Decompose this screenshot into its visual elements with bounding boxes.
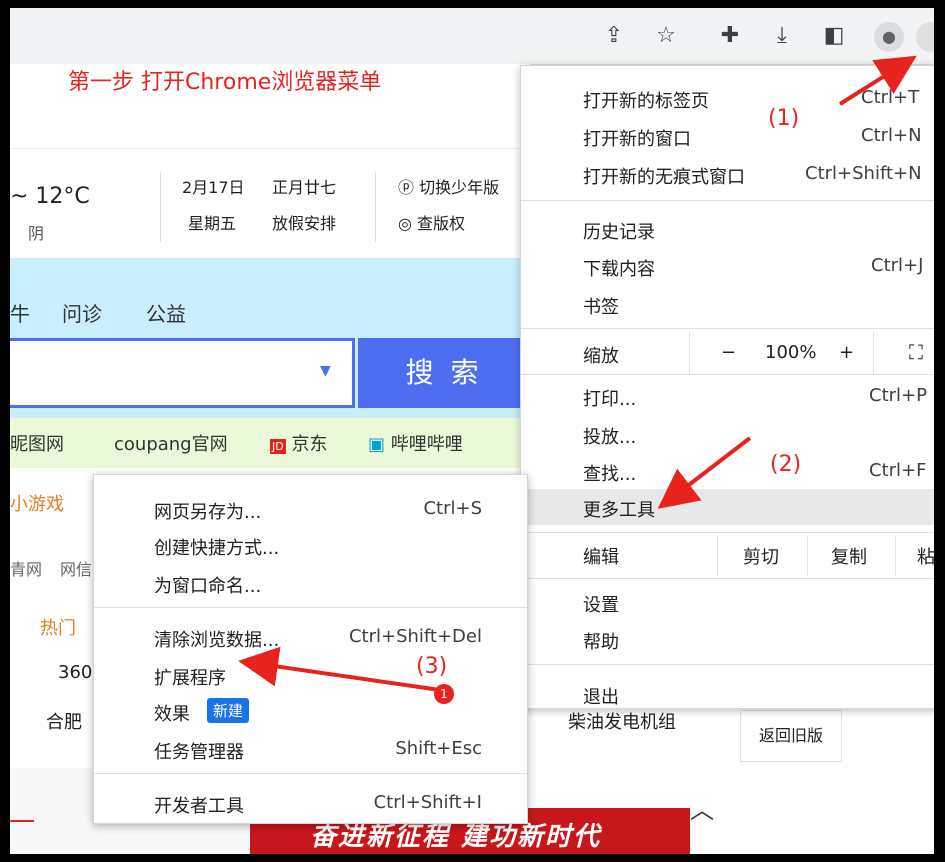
arrow-step-1 (838, 55, 917, 106)
screenshot-frame: ⇪ ☆ ✚ ⤓ ◧ ● 第一步 打开Chrome浏览器菜单 ~ 12°C 阴 2… (10, 8, 934, 854)
arrow-step-3 (238, 646, 441, 692)
arrow-step-2 (657, 436, 752, 509)
annotation-arrows (238, 55, 917, 692)
